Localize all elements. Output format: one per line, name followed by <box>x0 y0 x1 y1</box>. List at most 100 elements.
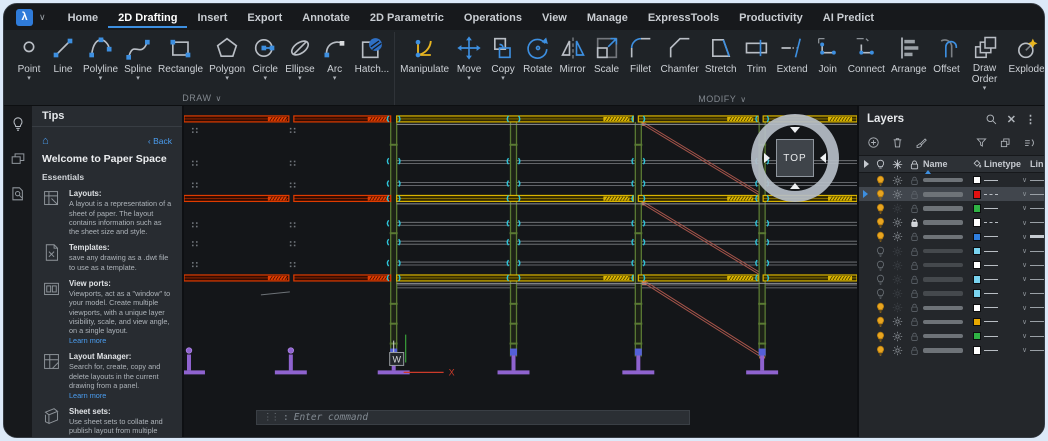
tool-copy[interactable]: .g{stroke:#b9bec5;fill:none;stroke-width… <box>486 32 520 83</box>
layer-name-bar[interactable] <box>923 262 970 268</box>
linetype-dropdown-caret-icon[interactable]: ∨ <box>1019 332 1030 340</box>
layer-freeze-sun-icon[interactable] <box>889 288 906 299</box>
menu-item-export[interactable]: Export <box>237 7 292 28</box>
tool-rotate[interactable]: .g{stroke:#b9bec5;fill:none;stroke-width… <box>520 32 555 83</box>
close-icon[interactable]: ✕ <box>1007 113 1016 126</box>
layer-name-bar[interactable] <box>923 319 970 325</box>
kebab-menu-icon[interactable]: ⋮ <box>1025 113 1036 126</box>
layer-on-bulb-icon[interactable] <box>872 302 889 313</box>
layer-lineweight-sample[interactable] <box>1030 293 1044 295</box>
linetype-dropdown-caret-icon[interactable]: ∨ <box>1019 290 1030 298</box>
layer-lineweight-sample[interactable] <box>1030 278 1044 280</box>
layer-color-swatch[interactable] <box>970 331 984 341</box>
layer-linetype-sample[interactable] <box>984 293 1001 295</box>
tool-dropdown-caret-icon[interactable]: ▾ <box>136 75 140 83</box>
tool-offset[interactable]: .g{stroke:#b9bec5;fill:none;stroke-width… <box>930 32 964 83</box>
tool-stretch[interactable]: .g{stroke:#b9bec5;fill:none;stroke-width… <box>702 32 740 83</box>
app-menu-caret-icon[interactable]: ∨ <box>39 12 46 23</box>
linetype-dropdown-caret-icon[interactable]: ∨ <box>1019 346 1030 354</box>
layer-lock-icon[interactable] <box>906 302 923 313</box>
layer-name-bar[interactable] <box>923 305 970 311</box>
linetype-dropdown-caret-icon[interactable]: ∨ <box>1019 304 1030 312</box>
tool-dropdown-caret-icon[interactable]: ▾ <box>263 75 267 83</box>
back-link[interactable]: ‹ Back <box>148 136 172 146</box>
home-icon[interactable]: ⌂ <box>42 135 49 147</box>
tool-explode[interactable]: .g{stroke:#b9bec5;fill:none;stroke-width… <box>1006 32 1044 83</box>
layer-freeze-sun-icon[interactable] <box>889 217 906 228</box>
linetype-dropdown-caret-icon[interactable]: ∨ <box>1019 219 1030 227</box>
layer-color-swatch[interactable] <box>970 346 984 355</box>
layer-row-4[interactable]: ∨ <box>859 230 1044 244</box>
layer-lock-icon[interactable] <box>906 274 923 285</box>
learn-more-link[interactable]: Learn more <box>69 336 172 345</box>
layer-lineweight-sample[interactable] <box>1030 193 1044 195</box>
layer-on-bulb-icon[interactable] <box>872 246 889 257</box>
menu-item-home[interactable]: Home <box>58 7 109 28</box>
layer-linetype-sample[interactable] <box>984 250 1001 252</box>
tool-circle[interactable]: .g{stroke:#b9bec5;fill:none;stroke-width… <box>248 32 282 83</box>
tool-dropdown-caret-icon[interactable]: ▾ <box>333 75 337 83</box>
layer-freeze-sun-icon[interactable] <box>889 246 906 257</box>
menu-item-annotate[interactable]: Annotate <box>292 7 360 28</box>
layer-linetype-sample[interactable] <box>984 236 1001 238</box>
layer-lineweight-sample[interactable] <box>1030 307 1044 309</box>
layer-color-swatch[interactable] <box>970 190 984 199</box>
tool-scale[interactable]: .g{stroke:#b9bec5;fill:none;stroke-width… <box>590 32 624 83</box>
tool-dropdown-caret-icon[interactable]: ▾ <box>99 75 103 83</box>
layer-freeze-sun-icon[interactable] <box>889 316 906 327</box>
tool-connect[interactable]: .g{stroke:#b9bec5;fill:none;stroke-width… <box>845 32 888 83</box>
tool-dropdown-caret-icon[interactable]: ▾ <box>298 75 302 83</box>
tool-draw-order[interactable]: .g{stroke:#b9bec5;fill:none;stroke-width… <box>964 32 1006 93</box>
app-logo-icon[interactable]: λ <box>16 8 33 26</box>
layer-row-8[interactable]: ∨ <box>859 287 1044 301</box>
layer-row-6[interactable]: ∨ <box>859 258 1044 272</box>
layer-lineweight-sample[interactable] <box>1030 349 1044 351</box>
layer-color-swatch[interactable] <box>970 175 984 185</box>
linetype-dropdown-caret-icon[interactable]: ∨ <box>1019 204 1030 212</box>
layer-name-bar[interactable] <box>923 248 970 254</box>
layer-states-icon[interactable] <box>999 136 1012 152</box>
layer-linetype-sample[interactable] <box>984 278 1001 280</box>
lineweight-column-header[interactable]: Lin <box>1030 159 1044 169</box>
linetype-dropdown-caret-icon[interactable]: ∨ <box>1019 247 1030 255</box>
viewcube-arrow-right-icon[interactable] <box>820 153 826 163</box>
layer-color-swatch[interactable] <box>970 260 984 270</box>
tool-point[interactable]: .g{stroke:#b9bec5;fill:none;stroke-width… <box>12 32 46 83</box>
tool-dropdown-caret-icon[interactable]: ▾ <box>467 75 471 83</box>
tool-move[interactable]: .g{stroke:#b9bec5;fill:none;stroke-width… <box>452 32 486 83</box>
command-input[interactable]: Enter command <box>294 412 368 423</box>
filter-icon[interactable] <box>975 136 988 152</box>
menu-item-2d-drafting[interactable]: 2D Drafting <box>108 7 188 28</box>
drawing-canvas[interactable]: W X TOP ⋮⋮ : Enter command <box>184 106 857 437</box>
layer-name-bar[interactable] <box>923 177 970 183</box>
linetype-dropdown-caret-icon[interactable]: ∨ <box>1019 275 1030 283</box>
add-layer-icon[interactable] <box>867 136 880 152</box>
layer-on-bulb-icon[interactable] <box>872 217 889 228</box>
layer-lock-icon[interactable] <box>906 203 923 214</box>
viewcube-arrow-left-icon[interactable] <box>764 153 770 163</box>
delete-layer-icon[interactable] <box>891 136 904 152</box>
linetype-dropdown-caret-icon[interactable]: ∨ <box>1019 261 1030 269</box>
layer-lock-icon[interactable] <box>906 331 923 342</box>
ribbon-group-label-modify[interactable]: MODIFY ∨ <box>397 93 1044 105</box>
tool-arc[interactable]: .g{stroke:#b9bec5;fill:none;stroke-width… <box>318 32 352 83</box>
layer-lineweight-sample[interactable] <box>1030 335 1044 337</box>
layer-lock-icon[interactable] <box>906 175 923 186</box>
tool-spline[interactable]: .g{stroke:#b9bec5;fill:none;stroke-width… <box>121 32 155 83</box>
layer-on-bulb-icon[interactable] <box>872 203 889 214</box>
layer-row-2[interactable]: ∨ <box>859 201 1044 215</box>
tool-rectangle[interactable]: .g{stroke:#b9bec5;fill:none;stroke-width… <box>155 32 206 83</box>
menu-item-view[interactable]: View <box>532 7 577 28</box>
layer-lock-icon[interactable] <box>906 316 923 327</box>
layer-linetype-sample[interactable] <box>984 307 1001 309</box>
tool-hatch-[interactable]: .g{stroke:#b9bec5;fill:none;stroke-width… <box>352 32 392 83</box>
layer-expand-icon[interactable] <box>859 190 872 199</box>
layer-on-bulb-icon[interactable] <box>872 345 889 356</box>
layer-name-bar[interactable] <box>923 277 970 282</box>
layer-on-bulb-icon[interactable] <box>872 331 889 342</box>
layer-row-1[interactable]: ∨ <box>859 187 1044 202</box>
layer-on-bulb-icon[interactable] <box>872 231 889 242</box>
layer-lineweight-sample[interactable] <box>1030 179 1044 181</box>
layer-lineweight-sample[interactable] <box>1030 222 1044 224</box>
layer-lock-icon[interactable] <box>906 217 923 228</box>
